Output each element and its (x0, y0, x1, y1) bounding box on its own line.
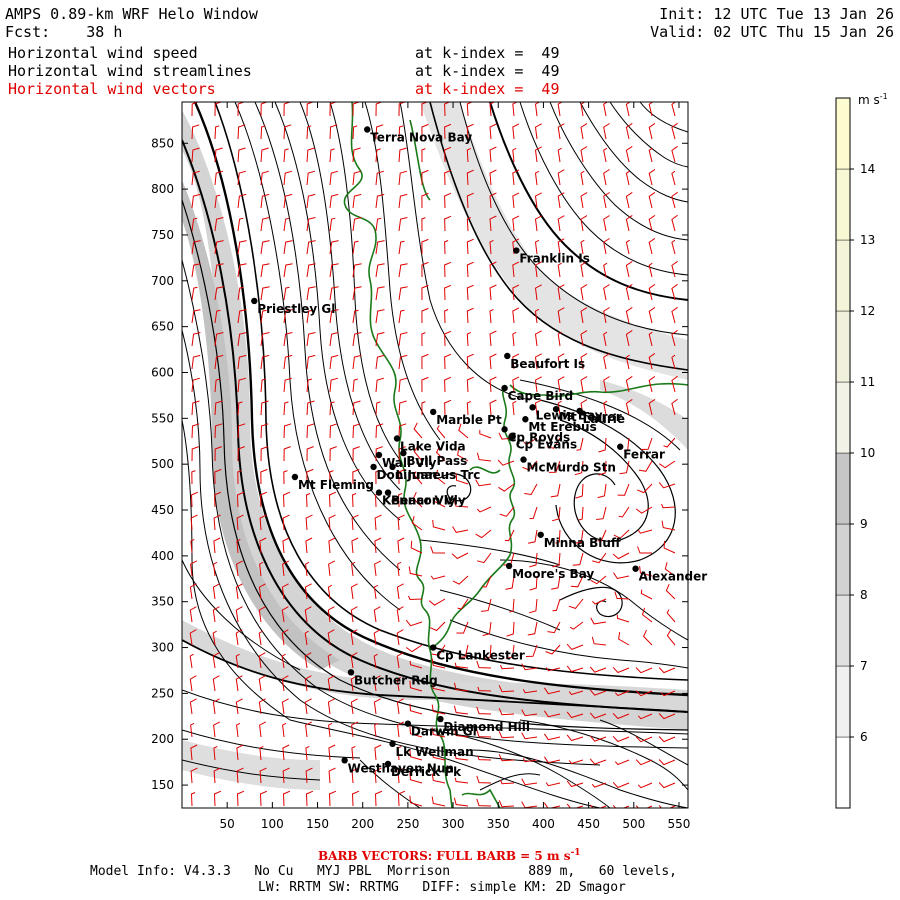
place-label: Priestley Gl (257, 302, 335, 316)
place-label: Diamond Hill (443, 720, 530, 734)
colorbar-label: 10 (860, 446, 875, 460)
place-label: Franklin Is (519, 252, 590, 266)
place-label: Derrick Pk (391, 765, 462, 779)
place-label: Beacon Vly (391, 494, 466, 508)
place-label: Cp Evans (516, 438, 577, 452)
x-tick-label: 300 (442, 817, 465, 831)
y-tick-label: 550 (151, 411, 174, 425)
place-label: Minna Bluff (544, 536, 621, 550)
place-label: Moore's Bay (512, 567, 594, 581)
colorbar-label: 8 (860, 588, 868, 602)
place-label: Beaufort Is (510, 357, 585, 371)
colorbar-label: 7 (860, 659, 868, 673)
place-label: Terra Nova Bay (370, 131, 472, 145)
y-tick-label: 850 (151, 136, 174, 150)
y-tick-label: 800 (151, 182, 174, 196)
physics-info: LW: RRTM SW: RRTMG DIFF: simple KM: 2D S… (258, 880, 626, 895)
place-label: Lk Wellman (396, 745, 474, 759)
y-tick-label: 750 (151, 228, 174, 242)
colorbar-band (835, 594, 851, 667)
x-tick-label: 450 (577, 817, 600, 831)
x-tick-label: 200 (351, 817, 374, 831)
place-label: Alexander (639, 570, 708, 584)
y-tick-label: 150 (151, 778, 174, 792)
x-tick-label: 500 (622, 817, 645, 831)
colorbar-label: 9 (860, 517, 868, 531)
x-tick-label: 350 (487, 817, 510, 831)
colorbar-label: 13 (860, 233, 875, 247)
place-label: Butcher Rdg (354, 673, 438, 687)
y-tick-label: 200 (151, 732, 174, 746)
y-tick-label: 300 (151, 641, 174, 655)
barb-note-text: BARB VECTORS: FULL BARB = 5 m s (318, 849, 571, 863)
y-tick-label: 600 (151, 365, 174, 379)
y-tick-label: 350 (151, 595, 174, 609)
barb-legend: BARB VECTORS: FULL BARB = 5 m s-1 (318, 848, 581, 863)
colorbar-label: 14 (860, 162, 875, 176)
place-label: Marble Pt (436, 413, 502, 427)
place-label: Mt Fleming (298, 478, 374, 492)
place-label: McMurdo Stn (527, 461, 616, 475)
colorbar-band (835, 452, 851, 525)
wind-map: Terra Nova Bay Franklin Is Priestley Gl Bea… (151, 92, 888, 831)
place-label: Ferrar (623, 448, 665, 462)
place-label: Linnaeus Trc (396, 468, 481, 482)
x-tick-label: 150 (306, 817, 329, 831)
colorbar-band (835, 381, 851, 454)
colorbar-band (835, 97, 851, 170)
colorbar-label: 12 (860, 304, 875, 318)
barb-note-unit: -1 (570, 848, 581, 858)
y-tick-label: 500 (151, 457, 174, 471)
colorbar-band (835, 239, 851, 312)
colorbar-unit: m s-1 (858, 92, 888, 107)
colorbar-band (835, 736, 851, 809)
x-tick-label: 400 (532, 817, 555, 831)
x-tick-label: 50 (220, 817, 235, 831)
place-label: Laurie (583, 412, 625, 426)
x-tick-label: 250 (396, 817, 419, 831)
colorbar-band (835, 665, 851, 738)
colorbar-label: 6 (860, 730, 868, 744)
y-tick-label: 250 (151, 686, 174, 700)
x-tick-label: 100 (261, 817, 284, 831)
y-tick-label: 700 (151, 274, 174, 288)
colorbar-label: 11 (860, 375, 875, 389)
model-info: Model Info: V4.3.3 No Cu MYJ PBL Morriso… (90, 864, 677, 879)
y-tick-label: 400 (151, 549, 174, 563)
y-tick-label: 650 (151, 320, 174, 334)
colorbar-band (835, 168, 851, 241)
place-label: Cp Lankester (436, 649, 525, 663)
y-tick-label: 450 (151, 503, 174, 517)
place-label: Cape Bird (508, 389, 574, 403)
x-tick-label: 550 (668, 817, 691, 831)
place-label: Lake Vida (400, 439, 466, 453)
colorbar-band (835, 310, 851, 383)
colorbar-band (835, 523, 851, 596)
colorbar: 14 13 12 11 10 9 8 7 6 m s-1 (835, 92, 888, 809)
place-label: Bull Pass (406, 454, 467, 468)
